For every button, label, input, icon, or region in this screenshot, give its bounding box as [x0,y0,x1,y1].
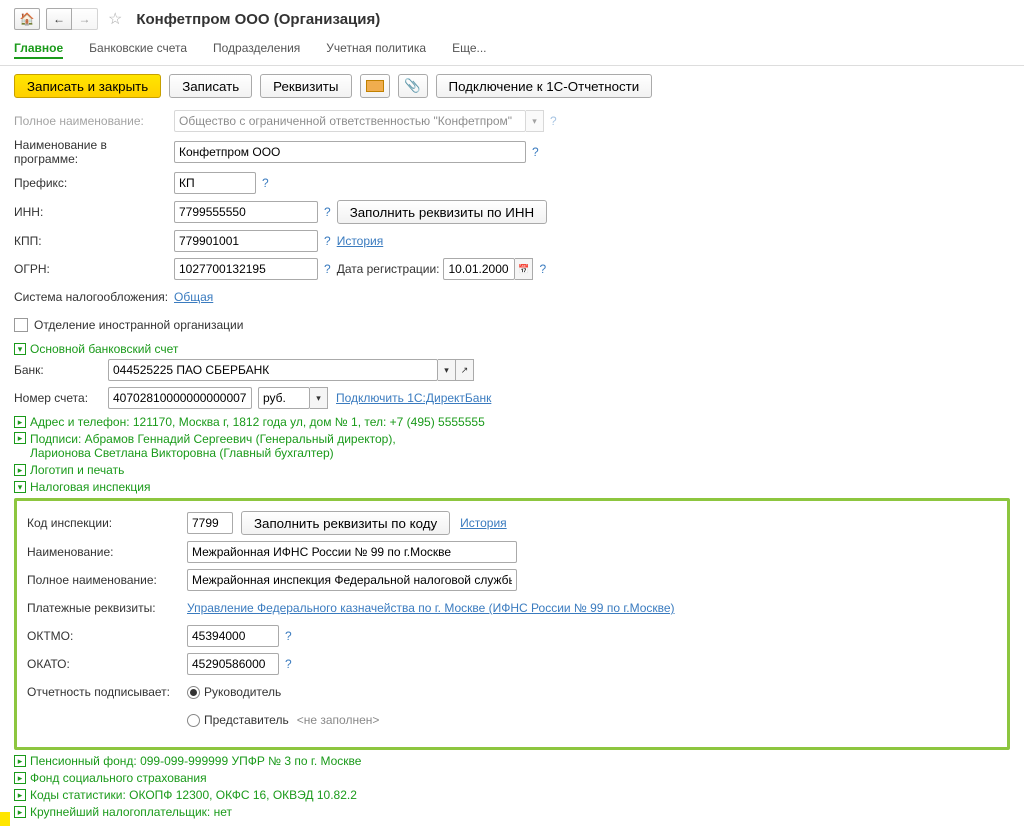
section-pension[interactable]: Пенсионный фонд: 099-099-999999 УПФР № 3… [30,754,361,768]
home-button[interactable]: 🏠 [14,8,40,30]
paperclip-icon: 📎 [404,78,421,94]
chevron-right-icon[interactable]: ▸ [14,772,26,784]
ti-full-input[interactable] [187,569,517,591]
help-icon[interactable]: ? [532,145,539,159]
bank-input[interactable] [108,359,438,381]
tab-main[interactable]: Главное [14,39,63,59]
foreign-label: Отделение иностранной организации [34,318,243,332]
calendar-icon[interactable]: 📅 [515,258,533,280]
help-icon[interactable]: ? [285,629,292,643]
chevron-right-icon[interactable]: ▸ [14,789,26,801]
help-icon[interactable]: ? [324,234,331,248]
props-button[interactable]: Реквизиты [260,74,351,98]
help-icon[interactable]: ? [324,205,331,219]
name-prog-input[interactable] [174,141,526,163]
foreign-checkbox[interactable] [14,318,28,332]
ogrn-input[interactable] [174,258,318,280]
rep-unset: <не заполнен> [297,713,380,727]
dropdown-icon[interactable]: ▾ [310,387,328,409]
oktmo-input[interactable] [187,625,279,647]
tab-acct-policy[interactable]: Учетная политика [326,39,426,59]
help-icon[interactable]: ? [285,657,292,671]
chevron-down-icon[interactable]: ▾ [14,481,26,493]
ti-pay-label: Платежные реквизиты: [27,601,187,615]
full-name-input[interactable] [174,110,526,132]
ti-code-input[interactable] [187,512,233,534]
oktmo-label: ОКТМО: [27,629,187,643]
mail-button[interactable] [360,74,390,98]
ti-code-label: Код инспекции: [27,516,187,530]
prefix-label: Префикс: [14,176,174,190]
help-icon[interactable]: ? [550,114,557,128]
kpp-history-link[interactable]: История [337,234,384,248]
chevron-down-icon[interactable]: ▾ [14,343,26,355]
connect-1c-button[interactable]: Подключение к 1С-Отчетности [436,74,653,98]
ti-name-input[interactable] [187,541,517,563]
tab-divisions[interactable]: Подразделения [213,39,300,59]
currency-input[interactable] [258,387,310,409]
tax-inspection-panel: Код инспекции: Заполнить реквизиты по ко… [14,498,1010,750]
help-icon[interactable]: ? [539,262,546,276]
section-tax-inspection[interactable]: Налоговая инспекция [30,480,151,494]
tab-more[interactable]: Еще... [452,39,486,59]
inn-label: ИНН: [14,205,174,219]
ti-full-label: Полное наименование: [27,573,187,587]
tab-bank[interactable]: Банковские счета [89,39,187,59]
mail-icon [366,80,384,92]
forward-button: → [72,8,98,30]
radio-leader[interactable] [187,686,200,699]
tax-sys-label: Система налогообложения: [14,290,174,304]
ogrn-label: ОГРН: [14,262,174,276]
chevron-right-icon[interactable]: ▸ [14,416,26,428]
acct-num-input[interactable] [108,387,252,409]
bank-label: Банк: [14,363,108,377]
ti-name-label: Наименование: [27,545,187,559]
section-address[interactable]: Адрес и телефон: 121170, Москва г, 1812 … [30,415,485,429]
reg-date-input[interactable] [443,258,515,280]
full-name-label: Полное наименование: [14,114,174,128]
chevron-right-icon[interactable]: ▸ [14,432,26,444]
kpp-input[interactable] [174,230,318,252]
chevron-right-icon[interactable]: ▸ [14,464,26,476]
save-close-button[interactable]: Записать и закрыть [14,74,161,98]
prefix-input[interactable] [174,172,256,194]
page-title: Конфетпром ООО (Организация) [136,11,380,28]
chevron-right-icon[interactable]: ▸ [14,806,26,818]
okato-label: ОКАТО: [27,657,187,671]
favorite-icon[interactable]: ☆ [108,9,122,29]
chevron-right-icon[interactable]: ▸ [14,755,26,767]
acct-num-label: Номер счета: [14,391,108,405]
ti-pay-link[interactable]: Управление Федерального казначейства по … [187,601,675,615]
tax-sys-link[interactable]: Общая [174,290,213,304]
section-fss[interactable]: Фонд социального страхования [30,771,207,785]
connect-directbank-link[interactable]: Подключить 1С:ДиректБанк [336,391,491,405]
help-icon[interactable]: ? [324,262,331,276]
back-button[interactable]: ← [46,8,72,30]
section-logo[interactable]: Логотип и печать [30,463,124,477]
reg-date-label: Дата регистрации: [337,262,440,276]
save-button[interactable]: Записать [169,74,252,98]
open-icon[interactable]: ↗ [456,359,474,381]
dropdown-icon[interactable]: ▾ [438,359,456,381]
inn-input[interactable] [174,201,318,223]
fill-inn-button[interactable]: Заполнить реквизиты по ИНН [337,200,547,224]
fill-by-code-button[interactable]: Заполнить реквизиты по коду [241,511,450,535]
kpp-label: КПП: [14,234,174,248]
dropdown-icon[interactable]: ▾ [526,110,544,132]
ti-history-link[interactable]: История [460,516,507,530]
section-signatures[interactable]: Подписи: Абрамов Геннадий Сергеевич (Ген… [30,432,396,460]
name-prog-label: Наименование в программе: [14,138,174,166]
section-bank-account[interactable]: Основной банковский счет [30,342,178,356]
radio-representative[interactable] [187,714,200,727]
okato-input[interactable] [187,653,279,675]
section-big-taxpayer[interactable]: Крупнейший налогоплательщик: нет [30,805,232,819]
section-stat-codes[interactable]: Коды статистики: ОКОПФ 12300, ОКФС 16, О… [30,788,357,802]
attach-button[interactable]: 📎 [398,74,428,98]
help-icon[interactable]: ? [262,176,269,190]
sign-by-label: Отчетность подписывает: [27,685,187,699]
scroll-tab-icon [0,812,10,826]
